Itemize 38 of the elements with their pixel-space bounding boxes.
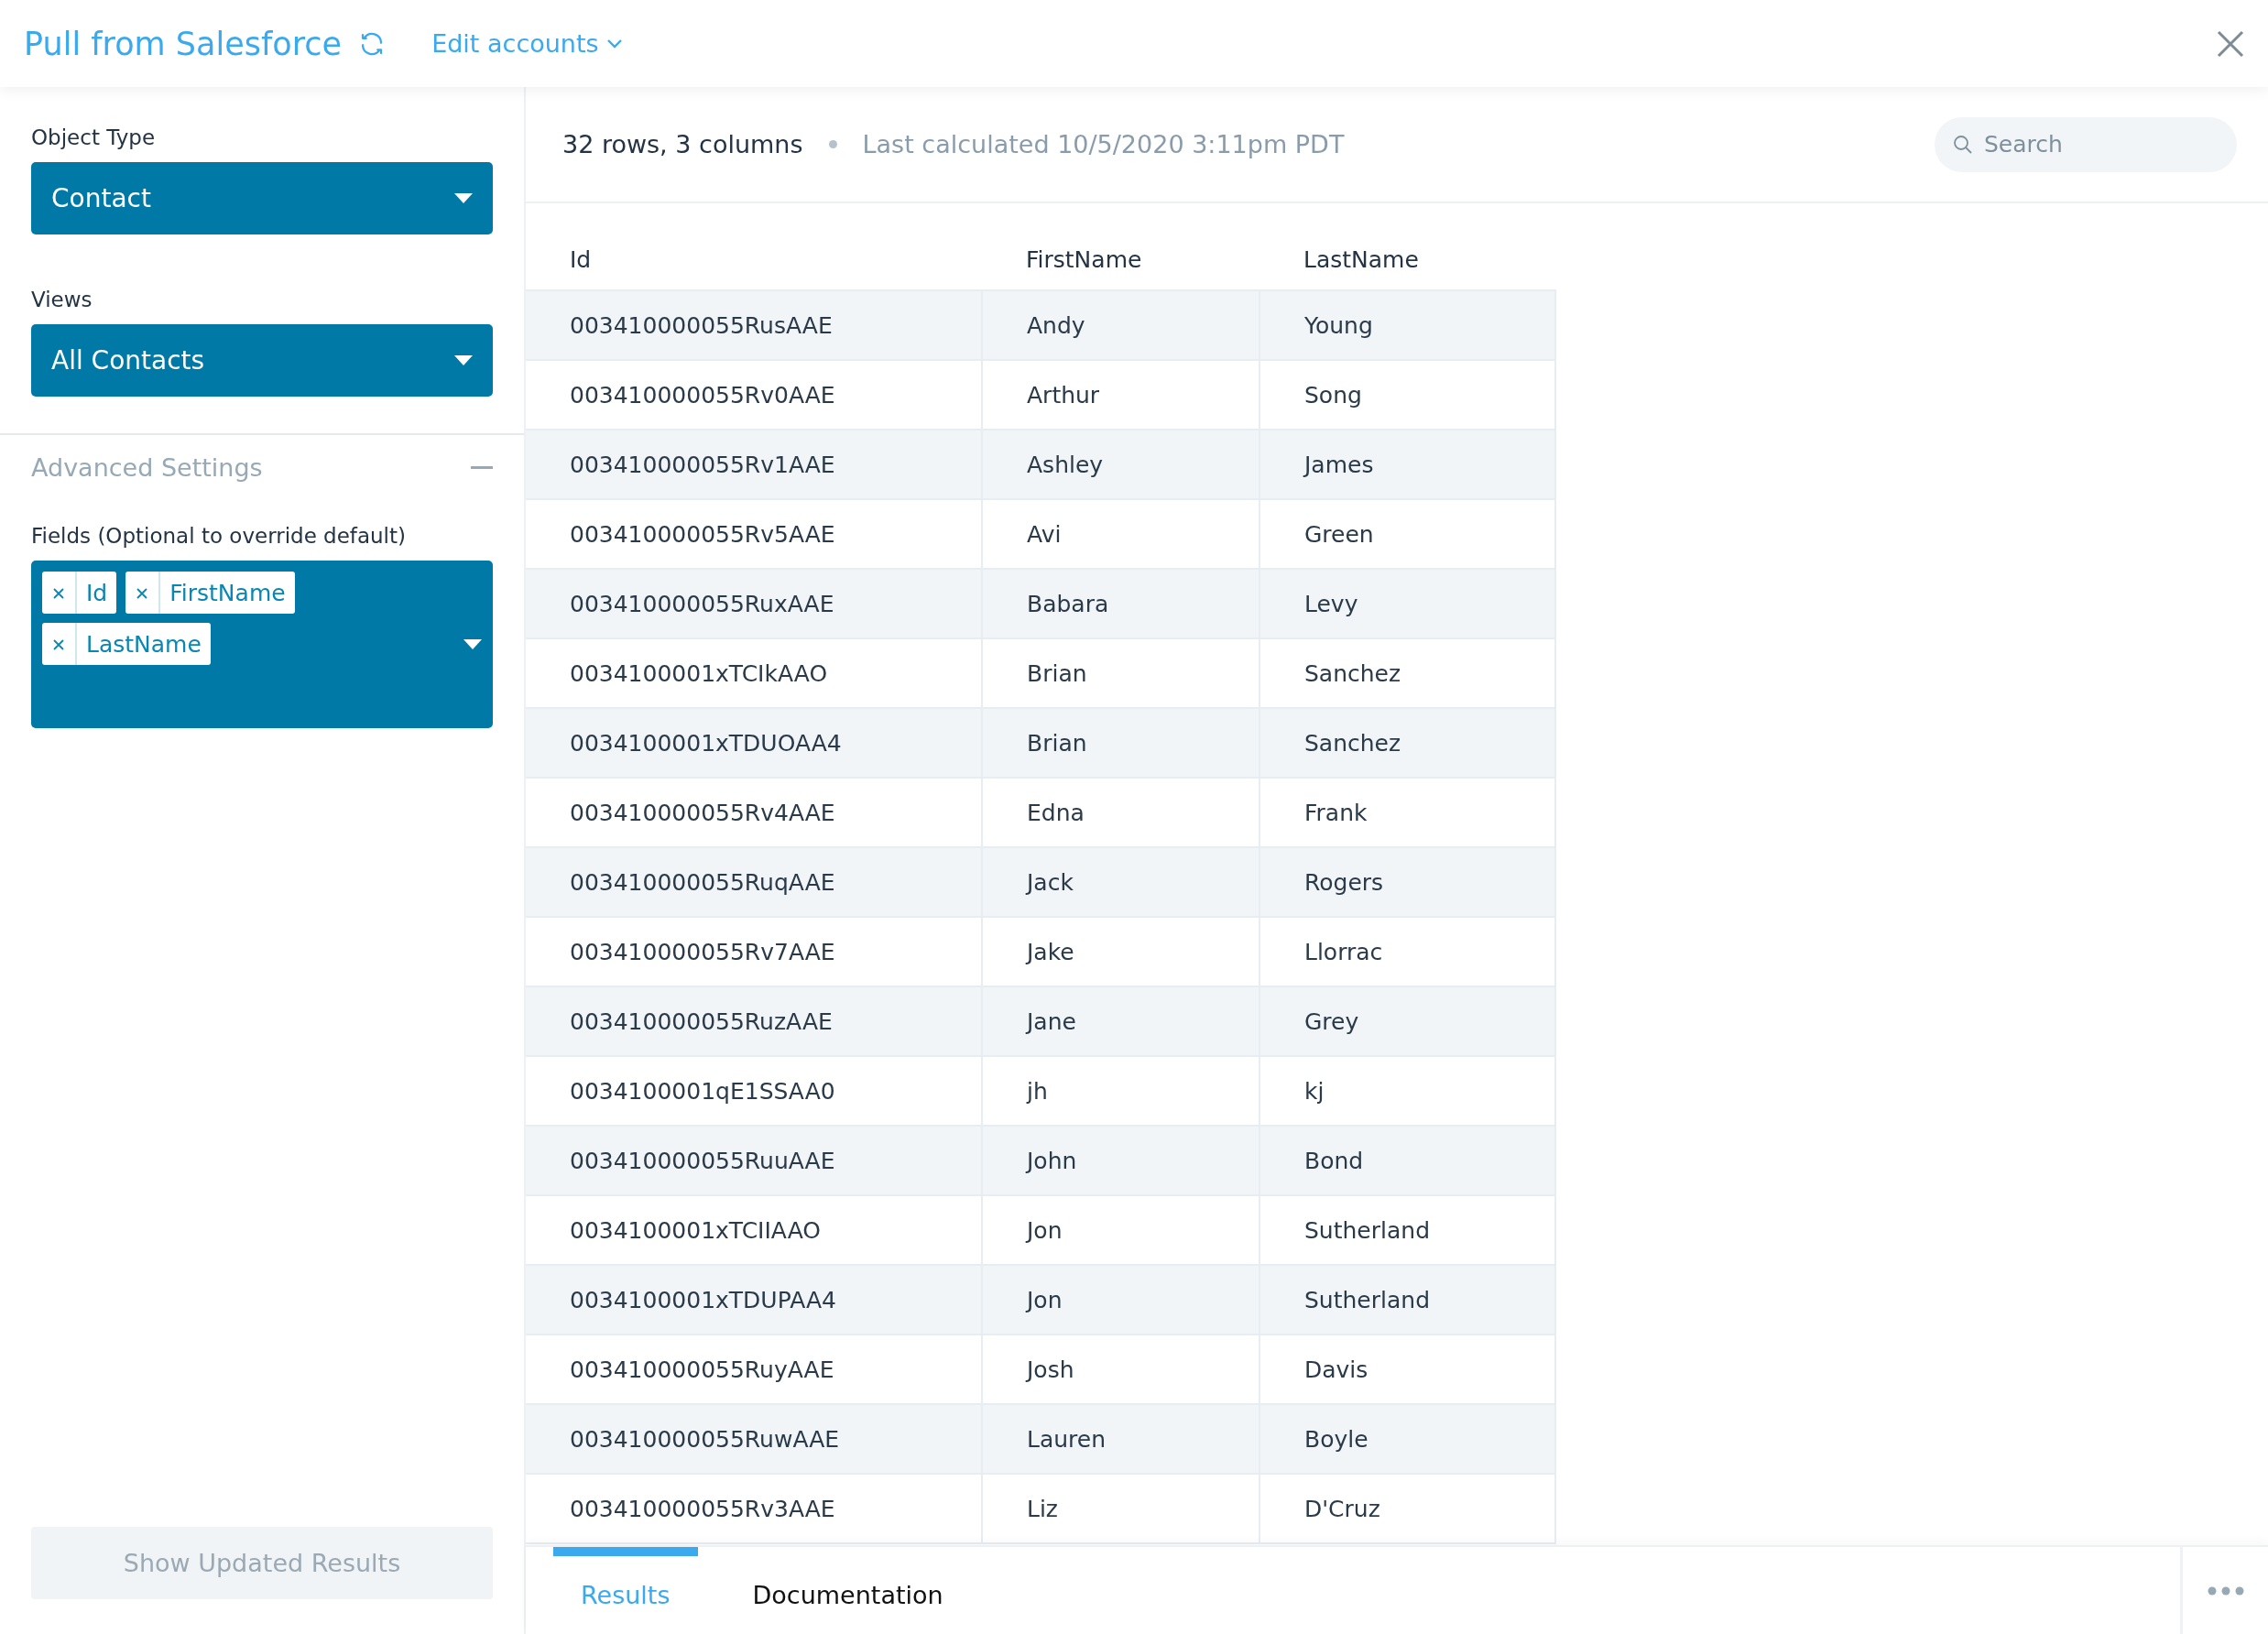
field-label: Fields (Optional to override default)	[31, 524, 407, 548]
ellipsis-icon	[2207, 1585, 2244, 1596]
panel-title: Pull from Salesforce	[24, 25, 343, 62]
search-icon	[1953, 134, 1973, 155]
tab[interactable]: Results	[553, 1547, 698, 1634]
field-label: Object Type	[31, 125, 157, 149]
close-icon	[53, 638, 64, 650]
edit-accounts-menu[interactable]: Edit accounts	[431, 29, 623, 58]
close-icon	[136, 587, 148, 599]
search-field[interactable]: Search	[1935, 116, 2237, 172]
tab[interactable]: Documentation	[725, 1547, 971, 1634]
table-cell: Liz	[982, 1474, 1259, 1543]
field-tag: Id	[42, 572, 117, 614]
table-cell: Andy	[982, 290, 1259, 360]
close-button[interactable]	[2217, 29, 2244, 58]
field-tag: FirstName	[125, 572, 295, 614]
table-cell: 003410000055RusAAE	[526, 290, 982, 360]
advanced-settings-toggle[interactable]: Advanced Settings	[31, 453, 493, 482]
table-cell: 003410000055Rv3AAE	[526, 1474, 982, 1543]
caret-icon	[463, 639, 482, 649]
fields-multiselect[interactable]: Id FirstName LastName	[31, 561, 493, 728]
separator-dot	[828, 140, 837, 148]
column-header: Id	[526, 229, 982, 290]
last-calculated: Last calculated 10/5/2020 3:11pm PDT	[862, 130, 1345, 158]
close-icon	[53, 587, 64, 599]
minus-icon	[471, 466, 493, 469]
table-cell: Young	[1259, 290, 1555, 360]
caret-icon	[454, 193, 473, 203]
caret-icon	[454, 355, 473, 365]
chevron-down-icon	[605, 38, 623, 49]
table-cell: D'Cruz	[1259, 1474, 1555, 1543]
views-select[interactable]: All Contacts	[31, 324, 493, 397]
field-tag: LastName	[42, 623, 211, 665]
column-header: LastName	[1259, 229, 1555, 290]
object-type-select[interactable]: Contact	[31, 162, 493, 234]
row-count: 32 rows, 3 columns	[562, 130, 803, 158]
column-header: FirstName	[982, 229, 1259, 290]
field-label: Views	[31, 288, 93, 311]
